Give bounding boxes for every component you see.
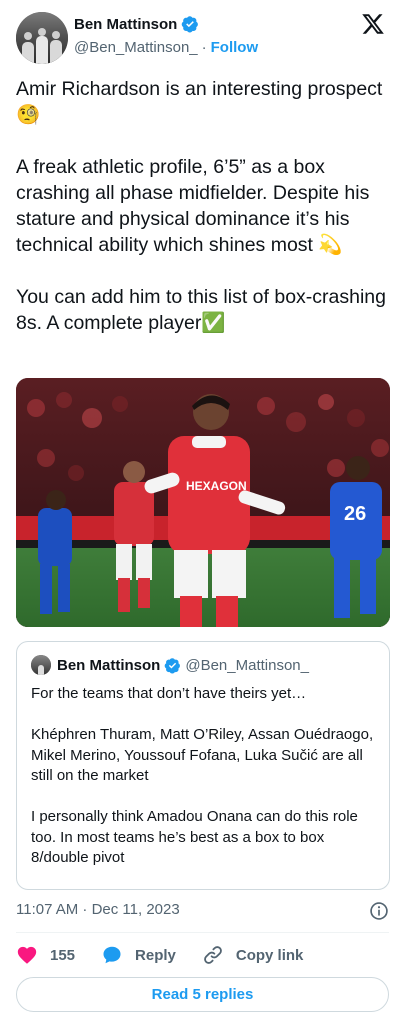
opponent-number-text: 26 [344,503,366,525]
verified-badge-icon [182,16,199,33]
quoted-handle: @Ben_Mattinson_ [185,657,309,674]
read-replies-button[interactable]: Read 5 replies [16,977,389,1012]
like-button[interactable]: 155 [16,944,75,966]
quoted-verified-badge-icon [165,658,181,674]
copy-link-label: Copy link [235,946,304,964]
quoted-header: Ben Mattinson @Ben_Mattinson_ [57,657,309,674]
x-logo-icon[interactable] [361,12,385,36]
link-icon [204,946,222,964]
tweet-header: Ben Mattinson @Ben_Mattinson_ · Follow [16,12,389,64]
author-handle[interactable]: @Ben_Mattinson_ [74,39,198,56]
quoted-text: For the teams that don’t have theirs yet… [31,685,374,866]
reply-button[interactable]: Reply [101,944,176,966]
info-icon[interactable] [369,901,389,921]
copy-link-button[interactable]: Copy link [202,944,304,966]
avatar[interactable] [16,12,68,64]
tweet-photo[interactable]: HEXAGON 26 [16,378,390,627]
tweet-timestamp[interactable]: 11:07 AM · Dec 11, 2023 [16,901,180,918]
follow-button[interactable]: Follow [211,39,259,56]
heart-icon [17,946,37,964]
reply-label: Reply [135,946,176,964]
football-match-photo: HEXAGON 26 [16,378,390,627]
tweet-text: Amir Richardson is an interesting prospe… [16,78,386,334]
quoted-display-name: Ben Mattinson [57,657,161,674]
quoted-tweet[interactable]: Ben Mattinson @Ben_Mattinson_ For the te… [16,641,390,890]
divider [16,932,389,933]
separator-dot: · [201,39,207,56]
author-display-name[interactable]: Ben Mattinson [74,16,177,33]
shirt-sponsor-text: HEXAGON [186,479,247,493]
like-count: 155 [50,946,76,964]
author-name-row: Ben Mattinson [74,15,199,33]
reply-bubble-icon [103,946,121,964]
quoted-avatar [31,655,51,675]
author-handle-row: @Ben_Mattinson_ · Follow [74,39,258,56]
action-bar: 155 Reply Copy link [16,944,329,966]
